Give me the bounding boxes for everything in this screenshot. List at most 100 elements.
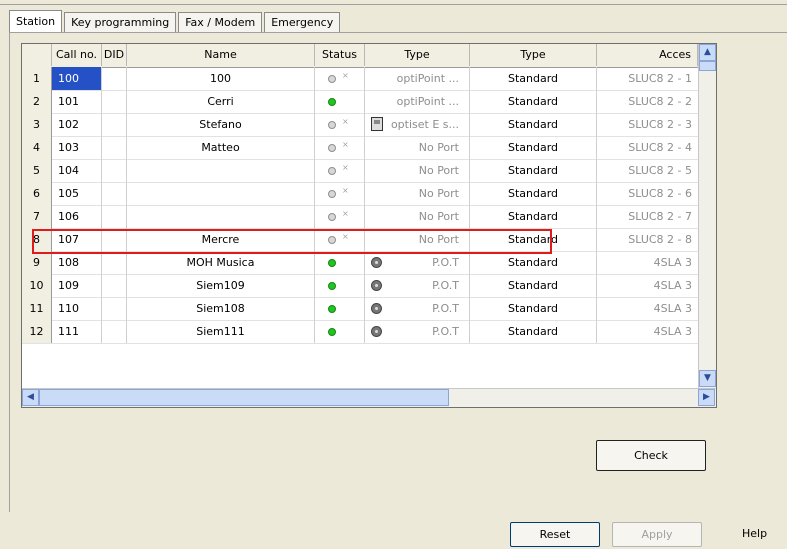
type-cell[interactable]: No Port xyxy=(365,136,470,159)
did-cell[interactable] xyxy=(102,297,127,320)
did-cell[interactable] xyxy=(102,274,127,297)
type-2-cell[interactable]: Standard xyxy=(470,67,597,90)
did-cell[interactable] xyxy=(102,251,127,274)
tab-station[interactable]: Station xyxy=(9,10,63,32)
status-cell[interactable]: × xyxy=(315,228,365,251)
name-cell[interactable]: Matteo xyxy=(127,136,315,159)
did-cell[interactable] xyxy=(102,182,127,205)
type-cell[interactable]: P.O.T xyxy=(365,251,470,274)
scroll-left-icon[interactable]: ◀ xyxy=(22,389,39,406)
access-cell[interactable]: 4SLA 3 xyxy=(597,274,698,297)
type-2-cell[interactable]: Standard xyxy=(470,251,597,274)
type-2-cell[interactable]: Standard xyxy=(470,113,597,136)
call-number-cell[interactable]: 100 xyxy=(52,67,102,90)
table-row[interactable]: 12 111 Siem111 P.O.T Standard 4SLA 3 xyxy=(22,320,698,344)
call-number-cell[interactable]: 106 xyxy=(52,205,102,228)
did-cell[interactable] xyxy=(102,205,127,228)
name-cell[interactable]: Siem109 xyxy=(127,274,315,297)
status-cell[interactable] xyxy=(315,274,365,297)
access-cell[interactable]: SLUC8 2 - 5 xyxy=(597,159,698,182)
did-cell[interactable] xyxy=(102,67,127,90)
call-number-cell[interactable]: 109 xyxy=(52,274,102,297)
type-cell[interactable]: No Port xyxy=(365,159,470,182)
table-row[interactable]: 1 100 100 × optiPoint ... Standard SLUC8 2 - 1 xyxy=(22,67,698,91)
table-row[interactable]: 2 101 Cerri optiPoint ... Standard SLUC8 2 - … xyxy=(22,90,698,114)
name-cell[interactable]: 100 xyxy=(127,67,315,90)
type-2-cell[interactable]: Standard xyxy=(470,90,597,113)
name-cell[interactable] xyxy=(127,159,315,182)
apply-button[interactable]: Apply xyxy=(612,522,702,547)
scroll-down-icon[interactable]: ▼ xyxy=(699,370,716,387)
call-number-cell[interactable]: 103 xyxy=(52,136,102,159)
type-cell[interactable]: P.O.T xyxy=(365,297,470,320)
table-row[interactable]: 7 106 × No Port Standard SLUC8 2 - 7 xyxy=(22,205,698,229)
tab-key-programming[interactable]: Key programming xyxy=(64,12,177,32)
vertical-scrollbar[interactable]: ▲ ▼ xyxy=(698,44,716,388)
type-2-cell[interactable]: Standard xyxy=(470,320,597,343)
status-cell[interactable]: × xyxy=(315,182,365,205)
table-row[interactable]: 11 110 Siem108 P.O.T Standard 4SLA 3 xyxy=(22,297,698,321)
status-cell[interactable]: × xyxy=(315,67,365,90)
call-number-cell[interactable]: 110 xyxy=(52,297,102,320)
name-cell[interactable]: Stefano xyxy=(127,113,315,136)
table-row[interactable]: 8 107 Mercre × No Port Standard SLUC8 2 - 8 xyxy=(22,228,698,252)
table-row[interactable]: 5 104 × No Port Standard SLUC8 2 - 5 xyxy=(22,159,698,183)
status-cell[interactable] xyxy=(315,297,365,320)
type-2-cell[interactable]: Standard xyxy=(470,205,597,228)
type-2-cell[interactable]: Standard xyxy=(470,182,597,205)
tab-emergency[interactable]: Emergency xyxy=(264,12,341,32)
call-number-cell[interactable]: 107 xyxy=(52,228,102,251)
type-cell[interactable]: No Port xyxy=(365,228,470,251)
type-2-cell[interactable]: Standard xyxy=(470,274,597,297)
name-cell[interactable]: MOH Musica xyxy=(127,251,315,274)
did-cell[interactable] xyxy=(102,90,127,113)
status-cell[interactable] xyxy=(315,320,365,343)
type-cell[interactable]: optiPoint ... xyxy=(365,90,470,113)
type-cell[interactable]: No Port xyxy=(365,205,470,228)
type-cell[interactable]: P.O.T xyxy=(365,274,470,297)
help-button[interactable]: Help xyxy=(742,527,767,540)
reset-button[interactable]: Reset xyxy=(510,522,600,547)
horizontal-scroll-thumb[interactable] xyxy=(39,389,449,406)
name-cell[interactable]: Siem108 xyxy=(127,297,315,320)
type-cell[interactable]: optiPoint ... xyxy=(365,67,470,90)
type-2-cell[interactable]: Standard xyxy=(470,159,597,182)
scroll-right-icon[interactable]: ▶ xyxy=(698,389,715,406)
access-cell[interactable]: SLUC8 2 - 3 xyxy=(597,113,698,136)
header-access[interactable]: Acces xyxy=(597,44,698,66)
status-cell[interactable]: × xyxy=(315,159,365,182)
access-cell[interactable]: SLUC8 2 - 2 xyxy=(597,90,698,113)
table-row[interactable]: 6 105 × No Port Standard SLUC8 2 - 6 xyxy=(22,182,698,206)
access-cell[interactable]: SLUC8 2 - 4 xyxy=(597,136,698,159)
table-row[interactable]: 9 108 MOH Musica P.O.T Standard 4SLA 3 xyxy=(22,251,698,275)
did-cell[interactable] xyxy=(102,320,127,343)
access-cell[interactable]: SLUC8 2 - 8 xyxy=(597,228,698,251)
header-call-no[interactable]: Call no. xyxy=(52,44,102,66)
scroll-up-icon[interactable]: ▲ xyxy=(699,44,716,61)
status-cell[interactable] xyxy=(315,251,365,274)
name-cell[interactable]: Mercre xyxy=(127,228,315,251)
type-cell[interactable]: P.O.T xyxy=(365,320,470,343)
check-button[interactable]: Check xyxy=(596,440,706,471)
call-number-cell[interactable]: 105 xyxy=(52,182,102,205)
status-cell[interactable]: × xyxy=(315,136,365,159)
access-cell[interactable]: SLUC8 2 - 7 xyxy=(597,205,698,228)
status-cell[interactable]: × xyxy=(315,113,365,136)
name-cell[interactable] xyxy=(127,205,315,228)
header-type[interactable]: Type xyxy=(365,44,470,66)
access-cell[interactable]: SLUC8 2 - 1 xyxy=(597,67,698,90)
did-cell[interactable] xyxy=(102,136,127,159)
header-did[interactable]: DID xyxy=(102,44,127,66)
access-cell[interactable]: 4SLA 3 xyxy=(597,320,698,343)
type-2-cell[interactable]: Standard xyxy=(470,228,597,251)
did-cell[interactable] xyxy=(102,159,127,182)
access-cell[interactable]: 4SLA 3 xyxy=(597,297,698,320)
type-2-cell[interactable]: Standard xyxy=(470,136,597,159)
header-name[interactable]: Name xyxy=(127,44,315,66)
type-cell[interactable]: optiset E s... xyxy=(365,113,470,136)
type-2-cell[interactable]: Standard xyxy=(470,297,597,320)
header-type-2[interactable]: Type xyxy=(470,44,597,66)
tab-fax-modem[interactable]: Fax / Modem xyxy=(178,12,263,32)
did-cell[interactable] xyxy=(102,113,127,136)
table-row[interactable]: 3 102 Stefano × optiset E s... Standard SLUC8 … xyxy=(22,113,698,137)
